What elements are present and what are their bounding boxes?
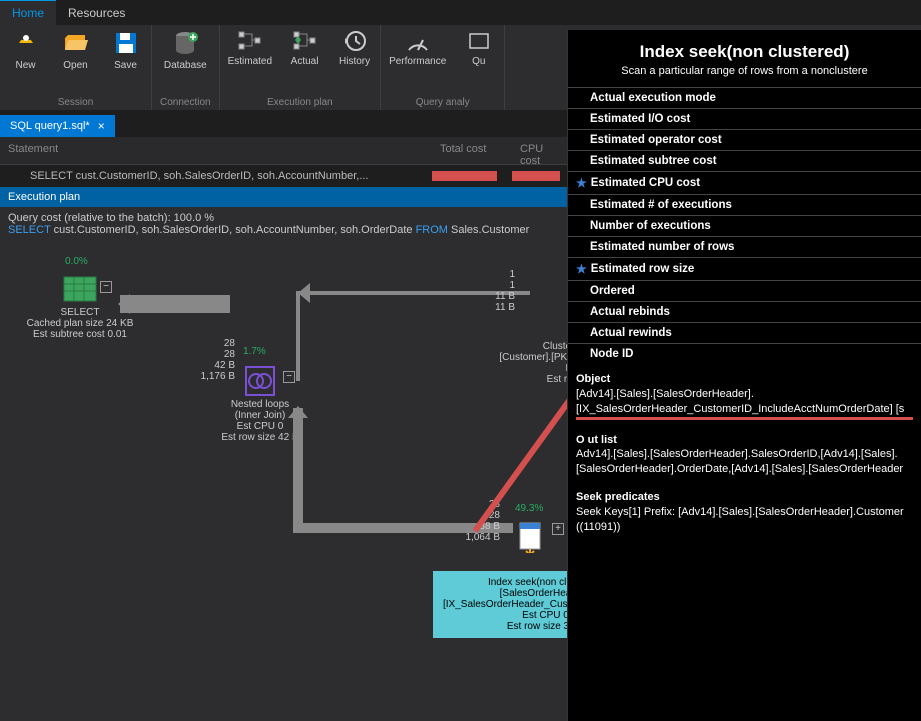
collapse-toggle[interactable] bbox=[100, 281, 112, 293]
database-button[interactable]: Database bbox=[164, 30, 207, 71]
prop-row[interactable]: Actual rewinds bbox=[568, 322, 921, 343]
save-button[interactable]: Save bbox=[108, 30, 143, 71]
new-button[interactable]: New bbox=[8, 30, 43, 71]
menu-bar: Home Resources bbox=[0, 0, 921, 25]
arrow bbox=[293, 408, 303, 523]
queryanaly-group-label: Query analy bbox=[416, 97, 470, 108]
select-cost: 0.0% bbox=[65, 256, 88, 267]
doc-tab[interactable]: SQL query1.sql* × bbox=[0, 115, 115, 137]
node-index-seek[interactable] bbox=[512, 519, 548, 555]
close-icon[interactable]: × bbox=[98, 119, 105, 133]
expand-toggle[interactable] bbox=[552, 523, 564, 535]
collapse-toggle[interactable] bbox=[283, 371, 295, 383]
top-stats: 1111 B11 B bbox=[485, 269, 515, 313]
prop-subtitle: Scan a particular range of rows from a n… bbox=[568, 65, 921, 87]
new-label: New bbox=[15, 60, 35, 71]
menu-resources[interactable]: Resources bbox=[56, 0, 137, 25]
prop-row[interactable]: Actual rebinds bbox=[568, 301, 921, 322]
prop-row[interactable]: Ordered bbox=[568, 280, 921, 301]
open-button[interactable]: Open bbox=[58, 30, 93, 71]
query-label: Qu bbox=[472, 56, 485, 67]
menu-home[interactable]: Home bbox=[0, 0, 56, 25]
actual-button[interactable]: Actual bbox=[287, 30, 322, 67]
index-seek-cost: 49.3% bbox=[515, 503, 543, 514]
prop-row[interactable]: Estimated # of executions bbox=[568, 194, 921, 215]
prop-output-list: O ut list Adv14].[Sales].[SalesOrderHead… bbox=[568, 425, 921, 483]
prop-row[interactable]: Node ID bbox=[568, 343, 921, 364]
grid-row-text: SELECT cust.CustomerID, soh.SalesOrderID… bbox=[0, 170, 432, 182]
history-label: History bbox=[339, 56, 370, 67]
arrow bbox=[120, 295, 230, 313]
bottom-stats: 282838 B1,064 B bbox=[460, 499, 500, 543]
prop-row[interactable]: Estimated number of rows bbox=[568, 236, 921, 257]
properties-panel: Index seek(non clustered) Scan a particu… bbox=[567, 30, 921, 721]
prop-row[interactable]: Estimated CPU cost bbox=[568, 171, 921, 194]
col-totalcost[interactable]: Total cost bbox=[432, 137, 512, 164]
prop-row[interactable]: Estimated row size bbox=[568, 257, 921, 280]
connection-group-label: Connection bbox=[160, 97, 211, 108]
prop-row[interactable]: Number of executions bbox=[568, 215, 921, 236]
nested-cost: 1.7% bbox=[243, 346, 266, 357]
execplan-group-label: Execution plan bbox=[267, 97, 333, 108]
prop-row[interactable]: Estimated operator cost bbox=[568, 129, 921, 150]
doc-tab-name: SQL query1.sql* bbox=[10, 120, 90, 132]
node-clustered-seek[interactable]: Clustere [Customer].[PK_C Est Est row bbox=[470, 341, 580, 385]
session-group-label: Session bbox=[58, 97, 94, 108]
prop-title: Index seek(non clustered) bbox=[568, 30, 921, 65]
estimated-button[interactable]: Estimated bbox=[228, 30, 272, 67]
prop-row[interactable]: Estimated I/O cost bbox=[568, 108, 921, 129]
prop-seek-predicates: Seek predicates Seek Keys[1] Prefix: [Ad… bbox=[568, 482, 921, 540]
save-label: Save bbox=[114, 60, 137, 71]
arrow bbox=[296, 291, 300, 381]
prop-row[interactable]: Actual execution mode bbox=[568, 87, 921, 108]
performance-button[interactable]: Performance bbox=[389, 30, 446, 67]
prop-row[interactable]: Estimated subtree cost bbox=[568, 150, 921, 171]
estimated-label: Estimated bbox=[228, 56, 272, 67]
col-cpucost[interactable]: CPU cost bbox=[512, 137, 572, 164]
open-label: Open bbox=[63, 60, 87, 71]
actual-label: Actual bbox=[291, 56, 319, 67]
performance-label: Performance bbox=[389, 56, 446, 67]
prop-object: Object [Adv14].[Sales].[SalesOrderHeader… bbox=[568, 364, 921, 425]
query-button[interactable]: Qu bbox=[461, 30, 496, 67]
database-label: Database bbox=[164, 60, 207, 71]
history-button[interactable]: History bbox=[337, 30, 372, 67]
col-statement[interactable]: Statement bbox=[0, 137, 432, 164]
